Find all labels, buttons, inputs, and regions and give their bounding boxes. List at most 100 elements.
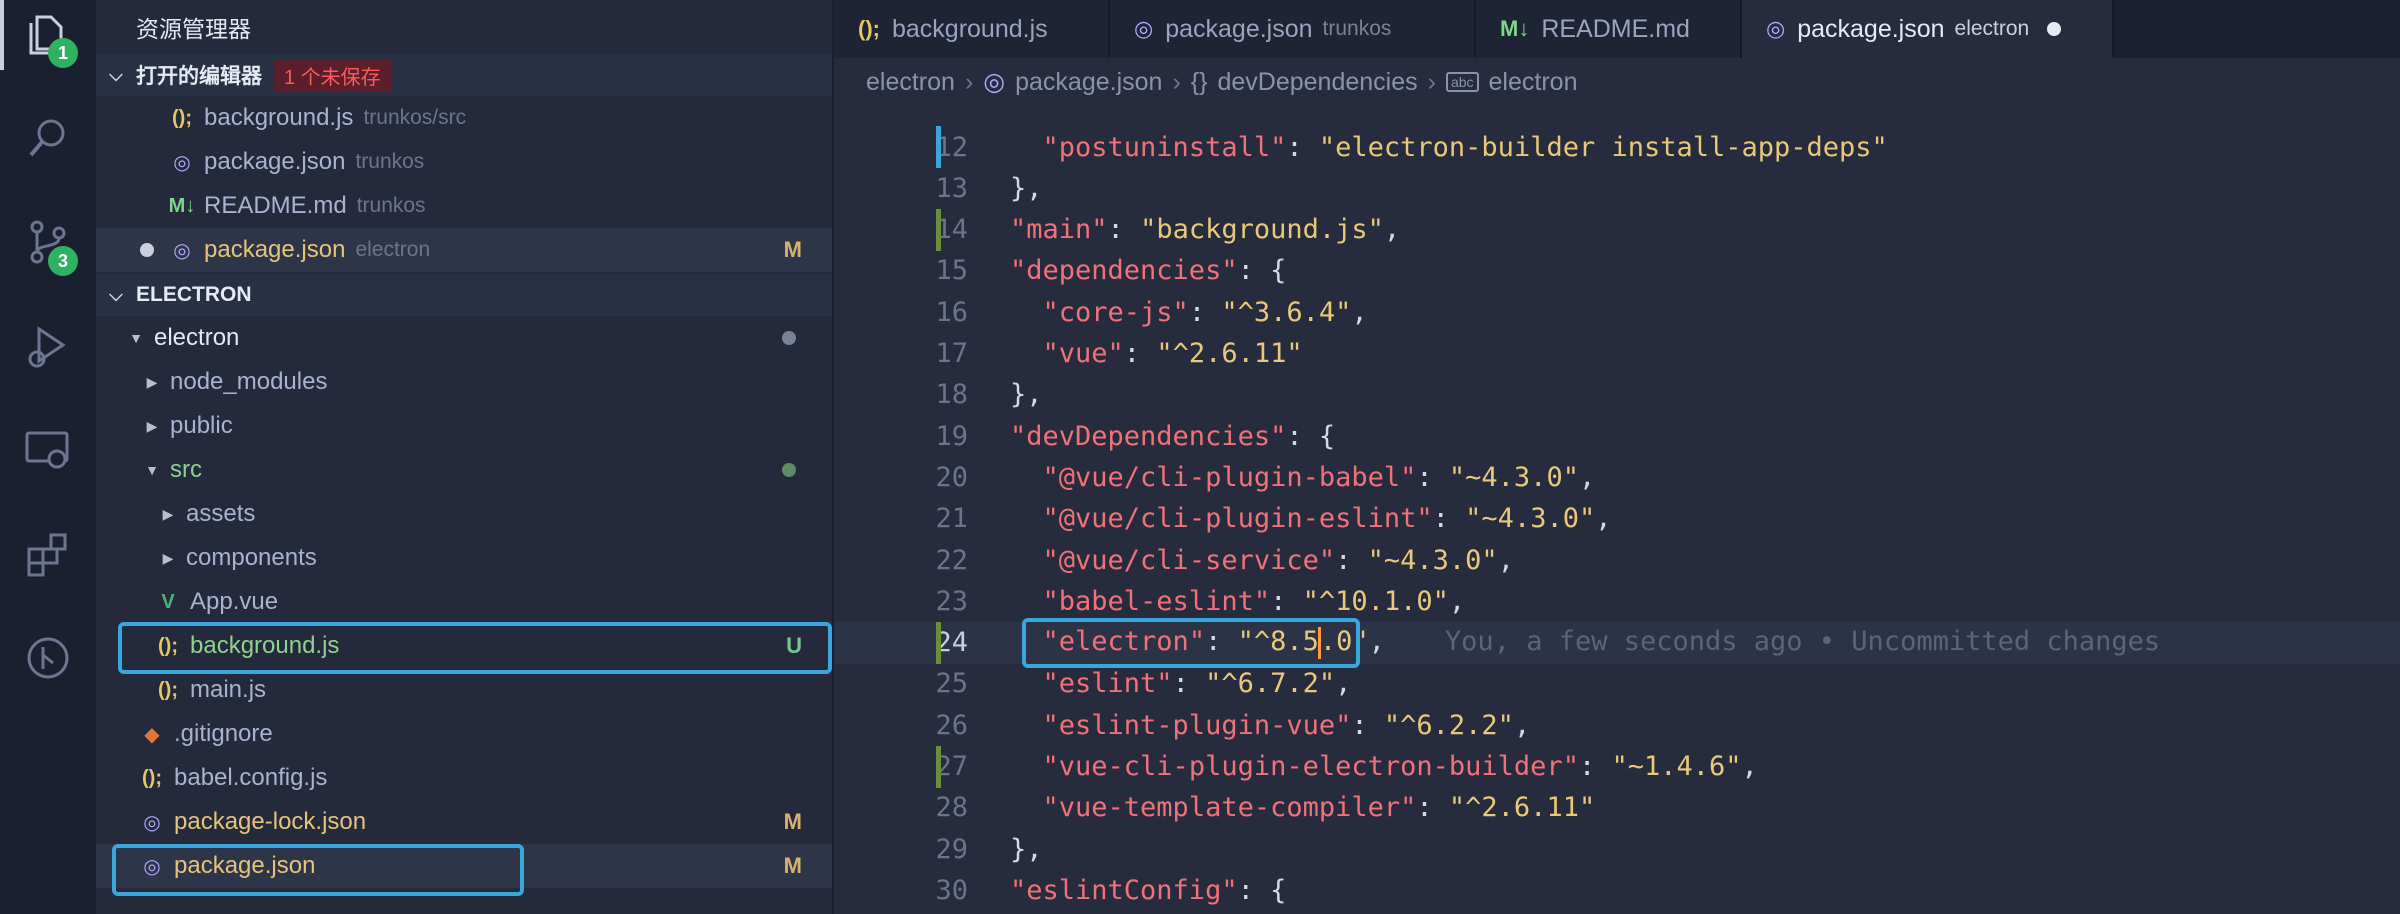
extensions-icon[interactable] bbox=[22, 528, 74, 580]
tab-package-json-electron[interactable]: ◎ package.json electron bbox=[1742, 0, 2114, 58]
tree-folder[interactable]: ▶ node_modules bbox=[96, 360, 832, 404]
tree-file[interactable]: (); babel.config.js bbox=[96, 756, 832, 800]
editor-tabs: (); background.js ◎ package.json trunkos… bbox=[834, 0, 2400, 58]
tab-package-json-trunkos[interactable]: ◎ package.json trunkos bbox=[1110, 0, 1476, 58]
code-text: "eslintConfig": { bbox=[1010, 874, 1287, 906]
tree-item-label: background.js bbox=[190, 632, 340, 659]
git-blame-annotation: You, a few seconds ago • Uncommitted cha… bbox=[1444, 626, 2161, 658]
code-line[interactable]: 28 "vue-template-compiler": "^2.6.11" bbox=[834, 787, 2400, 829]
tree-file[interactable]: (); background.js U bbox=[96, 624, 832, 668]
code-text: "electron": "^8.5.0", You, a few seconds … bbox=[1042, 626, 2161, 659]
tree-item-label: node_modules bbox=[170, 368, 328, 395]
git-gutter-marker bbox=[936, 126, 941, 168]
project-header[interactable]: ⌵ ELECTRON bbox=[96, 274, 832, 316]
code-line[interactable]: 25 "eslint": "^6.7.2", bbox=[834, 663, 2400, 705]
open-editor-item[interactable]: ◎ package.json trunkos bbox=[96, 140, 832, 184]
object-icon: {} bbox=[1190, 67, 1208, 96]
code-line[interactable]: 13}, bbox=[834, 167, 2400, 209]
open-editor-desc: trunkos/src bbox=[363, 106, 467, 129]
breadcrumb-object[interactable]: devDependencies bbox=[1217, 68, 1417, 97]
tab-readme-md[interactable]: M↓ README.md bbox=[1476, 0, 1742, 58]
git-graph-icon[interactable] bbox=[22, 632, 74, 684]
tab-desc: trunkos bbox=[1322, 17, 1392, 40]
chevron-right-icon: › bbox=[964, 67, 974, 96]
line-number: 28 bbox=[935, 792, 968, 824]
line-number: 17 bbox=[935, 338, 968, 369]
open-editors-header[interactable]: ⌵ 打开的编辑器 1 个未保存 bbox=[96, 54, 832, 96]
tab-background-js[interactable]: (); background.js bbox=[834, 0, 1110, 58]
tree-file[interactable]: V App.vue bbox=[96, 580, 832, 624]
tab-desc: electron bbox=[1954, 17, 2030, 40]
json-file-icon: ◎ bbox=[143, 811, 161, 834]
code-line[interactable]: 26 "eslint-plugin-vue": "^6.2.2", bbox=[834, 704, 2400, 746]
code-line[interactable]: 23 "babel-eslint": "^10.1.0", bbox=[834, 580, 2400, 622]
code-line[interactable]: 14 "main": "background.js", bbox=[834, 208, 2400, 251]
breadcrumb-key[interactable]: electron bbox=[1489, 68, 1578, 97]
tree-item-label: public bbox=[170, 412, 233, 439]
open-editor-filename: package.json bbox=[204, 148, 346, 175]
breadcrumb-folder[interactable]: electron bbox=[866, 68, 955, 97]
tree-folder[interactable]: ▶ assets bbox=[96, 492, 832, 536]
unsaved-dot-icon[interactable] bbox=[140, 243, 154, 257]
modified-status: M bbox=[783, 853, 802, 878]
code-line[interactable]: 24 "electron": "^8.5.0", You, a few secon… bbox=[834, 621, 2400, 664]
tree-item-label: babel.config.js bbox=[174, 764, 328, 791]
project-label: ELECTRON bbox=[136, 283, 252, 306]
code-line[interactable]: 20 "@vue/cli-plugin-babel": "~4.3.0", bbox=[834, 456, 2400, 498]
folder-collapsed-icon: ▶ bbox=[162, 549, 174, 566]
open-editor-item[interactable]: M↓ README.md trunkos bbox=[96, 184, 832, 228]
unsaved-dot-icon[interactable] bbox=[2047, 22, 2062, 36]
run-debug-icon[interactable] bbox=[22, 320, 74, 372]
tree-item-label: src bbox=[170, 456, 202, 483]
code-line[interactable]: 27 "vue-cli-plugin-electron-builder": "~… bbox=[834, 745, 2400, 788]
breadcrumb-file[interactable]: package.json bbox=[1015, 68, 1162, 97]
code-line[interactable]: 17 "vue": "^2.6.11" bbox=[834, 333, 2400, 375]
code-line[interactable]: 18}, bbox=[834, 374, 2400, 416]
code-text: "dependencies": { bbox=[1010, 255, 1287, 287]
code-editor[interactable]: 12 "postuninstall": "electron-builder in… bbox=[834, 106, 2400, 914]
tree-folder[interactable]: ▶ public bbox=[96, 404, 832, 448]
open-editors-label: 打开的编辑器 bbox=[136, 65, 262, 88]
line-number: 23 bbox=[935, 585, 968, 617]
tree-item-label: assets bbox=[186, 500, 256, 527]
code-line[interactable]: 19 "devDependencies": { bbox=[834, 415, 2400, 457]
code-text: "vue-template-compiler": "^2.6.11" bbox=[1042, 792, 1596, 824]
tree-item-label: App.vue bbox=[190, 588, 279, 615]
open-editor-desc: electron bbox=[355, 238, 431, 261]
tree-file[interactable]: ◎ package-lock.json M bbox=[96, 800, 832, 844]
tree-folder[interactable]: ▶ components bbox=[96, 536, 832, 580]
line-number: 15 bbox=[935, 255, 968, 287]
code-line[interactable]: 21 "@vue/cli-plugin-eslint": "~4.3.0", bbox=[834, 498, 2400, 540]
open-editor-item[interactable]: ◎ package.json electron M bbox=[96, 228, 832, 272]
code-line[interactable]: 30 "eslintConfig": { bbox=[834, 869, 2400, 911]
tree-file[interactable]: (); main.js bbox=[96, 668, 832, 712]
tree-file[interactable]: ◎ package.json M bbox=[96, 844, 832, 888]
folder-expanded-icon: ▼ bbox=[145, 462, 159, 478]
git-gutter-marker bbox=[936, 208, 941, 251]
tree-folder[interactable]: ▼ electron bbox=[96, 316, 832, 360]
sidebar-title: 资源管理器 bbox=[136, 16, 251, 42]
code-line[interactable]: 16 "core-js": "^3.6.4", bbox=[834, 291, 2400, 333]
chevron-right-icon: › bbox=[1427, 67, 1436, 96]
line-number: 26 bbox=[935, 709, 968, 741]
folder-collapsed-icon: ▶ bbox=[146, 417, 158, 434]
code-line[interactable]: 29}, bbox=[834, 828, 2400, 870]
code-text: "core-js": "^3.6.4", bbox=[1042, 296, 1368, 328]
code-line[interactable]: 22 "@vue/cli-service": "~4.3.0", bbox=[834, 539, 2400, 581]
open-editor-filename: package.json bbox=[204, 236, 346, 263]
tree-folder[interactable]: ▼ src bbox=[96, 448, 832, 492]
open-editor-item[interactable]: (); background.js trunkos/src bbox=[96, 96, 832, 140]
line-number: 21 bbox=[935, 503, 968, 535]
line-number: 27 bbox=[935, 751, 968, 782]
open-editor-filename: README.md bbox=[204, 192, 347, 219]
code-line[interactable]: 12 "postuninstall": "electron-builder in… bbox=[834, 126, 2400, 168]
chevron-down-icon: ⌵ bbox=[109, 284, 123, 305]
git-gutter-marker bbox=[936, 745, 941, 788]
modified-dot-icon bbox=[782, 331, 796, 345]
code-line[interactable]: 15 "dependencies": { bbox=[834, 250, 2400, 292]
explorer-badge: 1 bbox=[48, 38, 78, 68]
remote-explorer-icon[interactable] bbox=[22, 424, 74, 476]
search-icon[interactable] bbox=[22, 112, 74, 164]
tree-file[interactable]: ◆ .gitignore bbox=[96, 712, 832, 756]
code-text: "@vue/cli-plugin-eslint": "~4.3.0", bbox=[1042, 503, 1612, 535]
